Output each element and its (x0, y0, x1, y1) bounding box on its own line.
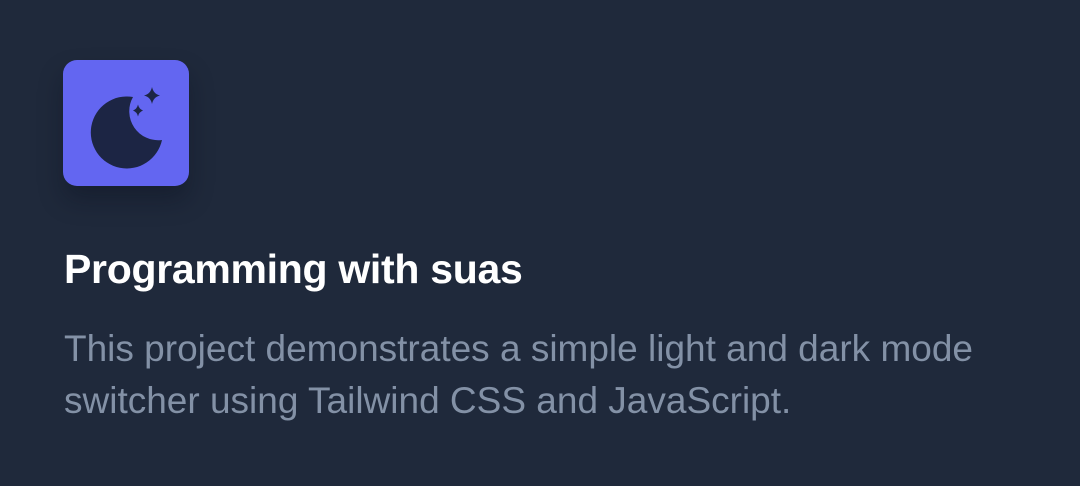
theme-icon-tile (63, 60, 189, 186)
card-title: Programming with suas (64, 246, 523, 292)
project-card: Programming with suas This project demon… (0, 0, 1080, 486)
card-description: This project demonstrates a simple light… (64, 328, 973, 421)
moon-stars-icon (90, 87, 162, 169)
